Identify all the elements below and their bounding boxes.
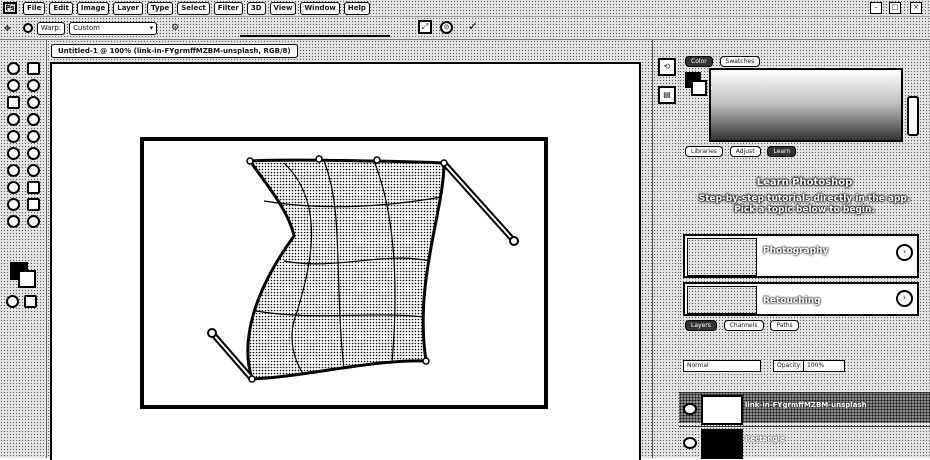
move-tool-icon[interactable] xyxy=(6,62,20,75)
warp-value: Custom xyxy=(73,23,100,32)
color-background[interactable] xyxy=(691,80,707,96)
tools-grid xyxy=(3,62,43,228)
warp-mesh-illustration[interactable] xyxy=(144,141,544,405)
menu-image[interactable]: Image xyxy=(76,1,110,15)
learn-title: Learn Photoshop xyxy=(756,177,853,188)
pen-tool-icon[interactable] xyxy=(6,181,20,194)
artboard xyxy=(140,137,548,409)
menu-select[interactable]: Select xyxy=(177,1,210,15)
menu-bar: Ps File Edit Image Layer Type Select Fil… xyxy=(0,0,930,17)
marquee-tool-icon[interactable] xyxy=(26,62,40,75)
background-color-swatch[interactable] xyxy=(18,270,36,288)
tutorial-card-photography[interactable]: Photography › xyxy=(683,234,919,278)
eye-icon[interactable] xyxy=(683,437,697,449)
history-panel-icon[interactable]: ⟲ xyxy=(658,58,676,76)
lasso-tool-icon[interactable] xyxy=(6,79,20,92)
grid-options-bar xyxy=(240,23,390,37)
chevron-right-icon[interactable]: › xyxy=(896,244,913,261)
history-brush-icon[interactable] xyxy=(26,130,40,143)
tab-layers[interactable]: Layers xyxy=(685,320,717,331)
learn-panel-tabs: Libraries Adjust Learn xyxy=(685,146,800,157)
eraser-icon[interactable] xyxy=(6,147,20,160)
tools-panel xyxy=(0,40,47,458)
menu-filter[interactable]: Filter xyxy=(213,1,243,15)
layer-thumbnail xyxy=(701,395,743,425)
menu-edit[interactable]: Edit xyxy=(49,1,73,15)
tutorial-card-retouching[interactable]: Retouching › xyxy=(683,282,919,316)
document-area: Untitled-1 @ 100% (link-in-FYgrmffMZBM-u… xyxy=(47,40,652,460)
tab-adjustments[interactable]: Adjust xyxy=(729,146,761,157)
layer-name: link-in-FYgrmffMZBM-unsplash xyxy=(745,401,867,409)
tutorial-label: Photography xyxy=(763,246,829,256)
cancel-icon[interactable]: ⊘ xyxy=(440,21,453,34)
retouching-thumbnail xyxy=(687,286,757,314)
clone-stamp-icon[interactable] xyxy=(6,130,20,143)
quick-select-icon[interactable] xyxy=(26,79,40,92)
chevron-right-icon[interactable]: › xyxy=(896,290,913,307)
eyedropper-icon[interactable] xyxy=(26,96,40,109)
layer-row[interactable]: link-in-FYgrmffMZBM-unsplash xyxy=(679,392,930,425)
menu-view[interactable]: View xyxy=(269,1,297,15)
warp-style-select[interactable]: Custom ▾ xyxy=(69,21,158,35)
layer-thumbnail xyxy=(701,429,743,459)
blend-mode-select[interactable]: Normal xyxy=(683,360,761,372)
layer-row[interactable]: Rectangle xyxy=(679,426,930,459)
document-tab[interactable]: Untitled-1 @ 100% (link-in-FYgrmffMZBM-u… xyxy=(51,44,298,58)
photography-thumbnail xyxy=(687,238,757,276)
tutorial-label: Retouching xyxy=(763,296,821,306)
color-panel-tabs: Color Swatches xyxy=(685,56,764,67)
warp-label: Warp: xyxy=(36,21,66,35)
properties-panel-icon[interactable]: ▤ xyxy=(658,86,676,104)
panel-icon-strip: ⟲ ▤ xyxy=(652,40,679,458)
canvas xyxy=(50,62,641,460)
color-picker-field[interactable] xyxy=(709,68,903,142)
tab-libraries[interactable]: Libraries xyxy=(685,146,723,157)
learn-subtitle: Step-by-step tutorials directly in the a… xyxy=(698,194,911,215)
opacity-label: Opacity: xyxy=(773,360,806,372)
tab-swatches[interactable]: Swatches xyxy=(719,56,761,67)
tab-color[interactable]: Color xyxy=(685,56,713,67)
hand-tool-icon[interactable] xyxy=(6,215,20,228)
dodge-icon[interactable] xyxy=(26,164,40,177)
eye-icon[interactable] xyxy=(683,403,697,415)
shape-tool-icon[interactable] xyxy=(26,198,40,211)
healing-brush-icon[interactable] xyxy=(6,113,20,126)
zoom-tool-icon[interactable] xyxy=(26,215,40,228)
photoshop-logo: Ps xyxy=(3,2,17,14)
menu-help[interactable]: Help xyxy=(343,1,370,15)
screen-mode-icon[interactable] xyxy=(24,295,37,308)
quick-mask-icon[interactable] xyxy=(6,295,19,308)
move-tool-icon: ✥ xyxy=(4,23,11,33)
minimize-button[interactable]: – xyxy=(870,2,882,14)
maximize-button[interactable]: □ xyxy=(889,2,901,14)
menu-file[interactable]: File xyxy=(23,1,46,15)
tab-channels[interactable]: Channels xyxy=(723,320,764,331)
rotate-icon[interactable]: ⚙ xyxy=(171,23,179,33)
warped-image xyxy=(246,158,446,381)
crop-tool-icon[interactable] xyxy=(6,96,20,109)
close-button[interactable]: × xyxy=(910,2,922,14)
check-icon[interactable]: ✓ xyxy=(468,19,478,33)
brush-tool-icon[interactable] xyxy=(26,113,40,126)
layers-panel-tabs: Layers Channels Paths xyxy=(685,320,803,331)
gradient-icon[interactable] xyxy=(26,147,40,160)
type-tool-icon[interactable] xyxy=(26,181,40,194)
toggle-warp-icon[interactable]: ⤢ xyxy=(418,20,432,34)
right-panels: Color Swatches Libraries Adjust Learn Le… xyxy=(679,40,930,459)
tab-paths[interactable]: Paths xyxy=(770,320,799,331)
opacity-value[interactable]: 100% xyxy=(803,360,845,372)
menu-window[interactable]: Window xyxy=(300,1,340,15)
menu-3d[interactable]: 3D xyxy=(246,1,266,15)
menu-layer[interactable]: Layer xyxy=(113,1,143,15)
chevron-down-icon: ▾ xyxy=(149,23,154,32)
layer-name: Rectangle xyxy=(745,435,785,443)
blur-icon[interactable] xyxy=(6,164,20,177)
path-select-icon[interactable] xyxy=(6,198,20,211)
reference-point-icon[interactable] xyxy=(22,23,33,33)
options-bar: ✥ Warp: Custom ▾ ⚙ ⤢ ⊘ ✓ xyxy=(0,17,930,40)
menu-type[interactable]: Type xyxy=(147,1,174,15)
hue-slider[interactable] xyxy=(907,96,919,136)
tab-learn[interactable]: Learn xyxy=(767,146,797,157)
